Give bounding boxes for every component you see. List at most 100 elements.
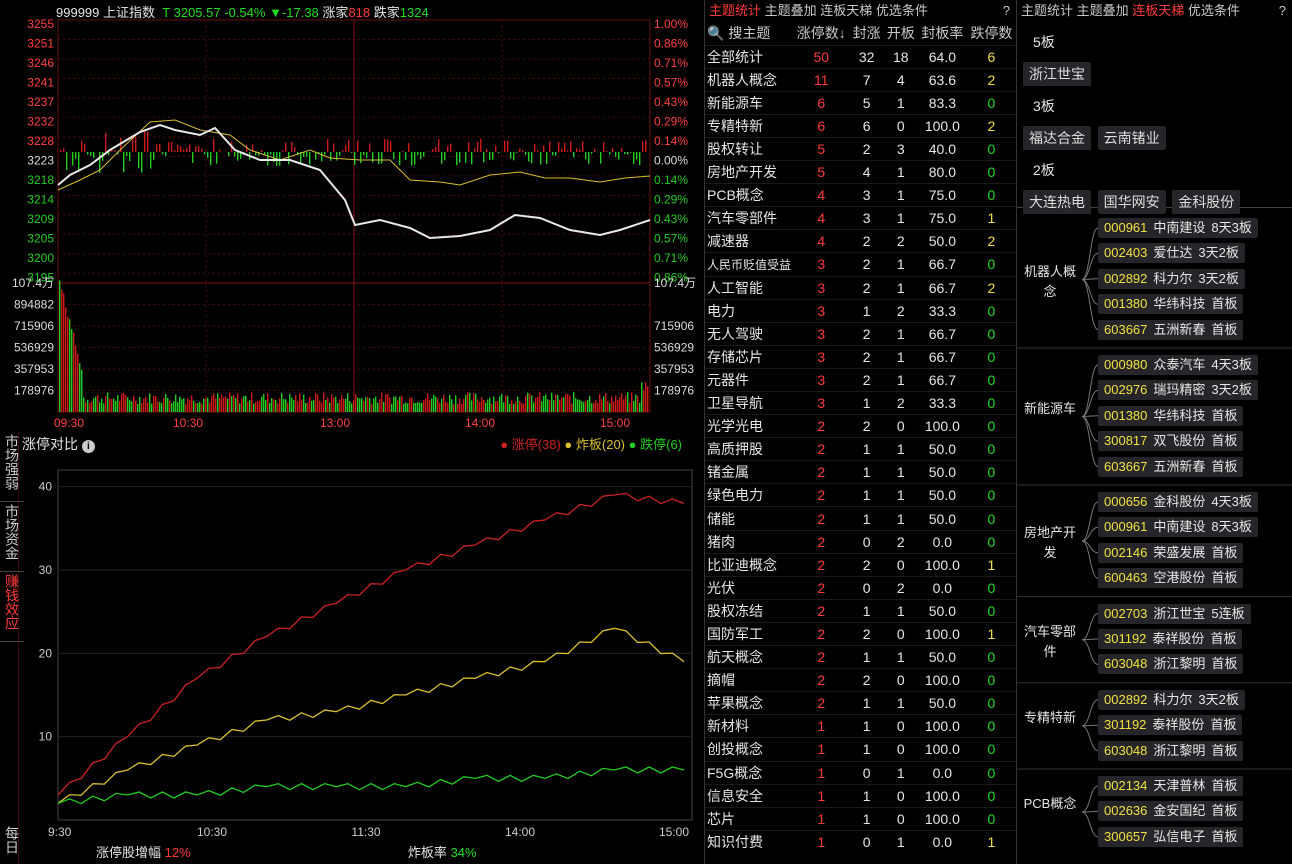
theme-row[interactable]: 专精特新 6 6 0 100.0 2: [705, 114, 1016, 137]
volume-bar: [515, 401, 517, 412]
theme-row[interactable]: 储能 2 1 1 50.0 0: [705, 506, 1016, 530]
theme-row[interactable]: 无人驾驶 3 2 1 66.7 0: [705, 322, 1016, 345]
volume-bar: [535, 397, 537, 412]
theme-row[interactable]: 汽车零部件 4 3 1 75.0 1: [705, 206, 1016, 230]
volume-bar: [243, 396, 245, 412]
theme-row[interactable]: 创投概念 1 1 0 100.0 0: [705, 737, 1016, 761]
theme-cell: 50.0: [928, 695, 956, 712]
theme-row[interactable]: 国防军工 2 2 0 100.0 1: [705, 622, 1016, 645]
theme-table: 🔍 搜主题 涨停数↓ 封涨 开板 封板率 跌停数 全部统计 50 32 18 64.0 6…: [705, 22, 1016, 853]
col-sealed[interactable]: 封涨: [850, 22, 884, 45]
volume-bar: [597, 403, 599, 412]
theme-row[interactable]: 锗金属 2 1 1 50.0 0: [705, 460, 1016, 484]
diff-bar: [606, 151, 608, 152]
diff-bar: [519, 148, 521, 152]
info-icon[interactable]: i: [81, 440, 95, 453]
theme-cell: 2: [862, 418, 871, 435]
volume-bar: [127, 397, 129, 412]
volume-bar: [573, 392, 575, 412]
theme-row[interactable]: 存储芯片 3 2 1 66.7 0: [705, 345, 1016, 368]
volume-bar: [525, 395, 527, 412]
col-opened[interactable]: 开板: [884, 22, 918, 45]
diff-bar: [621, 148, 623, 152]
theme-row[interactable]: 减速器 4 2 2 50.0 2: [705, 229, 1016, 253]
group-brackets: [1016, 227, 1292, 838]
theme-row[interactable]: 卫星导航 3 1 2 33.3 0: [705, 391, 1016, 415]
theme-row[interactable]: 机器人概念 11 7 4 63.6 2: [705, 68, 1016, 91]
volume-bar: [467, 392, 469, 412]
theme-row[interactable]: 新材料 1 1 0 100.0 0: [705, 714, 1016, 738]
compare-chart[interactable]: 10 20 30 40 9:30 10:30 11:30 14:00 15:00: [20, 455, 704, 845]
volume-bar: [619, 397, 621, 412]
theme-row[interactable]: PCB概念 4 3 1 75.0 0: [705, 183, 1016, 207]
theme-search[interactable]: 🔍 搜主题: [705, 22, 793, 45]
theme-row[interactable]: 信息安全 1 1 0 100.0 0: [705, 784, 1016, 807]
theme-cell: 0: [987, 302, 996, 319]
theme-row[interactable]: 比亚迪概念 2 2 0 100.0 1: [705, 553, 1016, 576]
pct-tick: 0.86%: [654, 36, 688, 50]
col-limitup[interactable]: 涨停数↓: [793, 22, 850, 45]
col-limitdown[interactable]: 跌停数: [967, 22, 1016, 45]
mid-tab-ladder[interactable]: 连板天梯: [820, 3, 872, 18]
theme-row[interactable]: F5G概念 1 0 1 0.0 0: [705, 761, 1016, 784]
theme-name: 股权转让: [707, 141, 763, 158]
diff-bar: [336, 152, 338, 161]
theme-name: 高质押股: [707, 441, 763, 458]
theme-cell: 3: [817, 371, 826, 388]
volume-bar: [109, 398, 111, 412]
mid-tab-filter[interactable]: 优选条件: [876, 3, 928, 18]
theme-row[interactable]: 新能源车 6 5 1 83.3 0: [705, 91, 1016, 114]
diff-bar: [159, 144, 161, 152]
volume-bar: [523, 403, 525, 412]
footer-b-val: 34%: [450, 845, 477, 860]
theme-row[interactable]: 猪肉 2 0 2 0.0 0: [705, 530, 1016, 553]
col-seal-rate[interactable]: 封板率: [918, 22, 967, 45]
diff-bar: [495, 145, 497, 152]
volume-bar: [241, 398, 243, 412]
theme-name: 汽车零部件: [707, 210, 777, 227]
theme-cell: 7: [862, 71, 871, 88]
theme-cell: 0: [987, 533, 996, 550]
diff-bar: [129, 152, 131, 162]
volume-bar: [395, 396, 397, 412]
theme-name: 房地产开发: [707, 164, 777, 181]
theme-row[interactable]: 股权冻结 2 1 1 50.0 0: [705, 599, 1016, 622]
theme-cell: 2: [817, 441, 826, 458]
volume-bar: [607, 401, 609, 412]
theme-row[interactable]: 绿色电力 2 1 1 50.0 0: [705, 483, 1016, 507]
theme-row[interactable]: 摘帽 2 2 0 100.0 0: [705, 668, 1016, 692]
volume-bar: [637, 396, 639, 412]
theme-row[interactable]: 股权转让 5 2 3 40.0 0: [705, 137, 1016, 160]
compare-footer: 涨停股增幅 12% 炸板率 34%: [96, 842, 477, 861]
volume-bar: [341, 394, 343, 412]
theme-row[interactable]: 光伏 2 0 2 0.0 0: [705, 576, 1016, 599]
diff-bar: [360, 152, 362, 164]
volume-bar: [627, 392, 629, 412]
theme-row[interactable]: 全部统计 50 32 18 64.0 6: [705, 45, 1016, 68]
mid-tab-overlay[interactable]: 主题叠加: [765, 3, 817, 18]
theme-row[interactable]: 航天概念 2 1 1 50.0 0: [705, 645, 1016, 669]
theme-row[interactable]: 元器件 3 2 1 66.7 0: [705, 368, 1016, 391]
intraday-chart[interactable]: 3255 3251 3246 3241 3237 3232 3228 3223 3218 3214…: [0, 0, 704, 432]
theme-row[interactable]: 高质押股 2 1 1 50.0 0: [705, 437, 1016, 461]
compare-title: 涨停对比: [22, 436, 78, 452]
mid-help-icon[interactable]: ?: [1003, 0, 1010, 22]
diff-bar: [624, 152, 626, 155]
diff-bar: [288, 152, 290, 165]
theme-row[interactable]: 电力 3 1 2 33.3 0: [705, 299, 1016, 322]
volume-bar: [275, 400, 277, 412]
mid-tab-stats[interactable]: 主题统计: [709, 3, 761, 18]
theme-row[interactable]: 芯片 1 1 0 100.0 0: [705, 807, 1016, 830]
volume-bar: [349, 401, 351, 412]
theme-row[interactable]: 人工智能 3 2 1 66.7 2: [705, 276, 1016, 299]
theme-row[interactable]: 知识付费 1 0 1 0.0 1: [705, 830, 1016, 853]
theme-row[interactable]: 人民币贬值受益 3 2 1 66.7 0: [705, 252, 1016, 276]
diff-bar: [342, 150, 344, 152]
theme-cell: 1: [862, 510, 871, 527]
theme-cell: 4: [817, 233, 826, 250]
theme-row[interactable]: 光学光电 2 2 0 100.0 0: [705, 414, 1016, 438]
theme-row[interactable]: 房地产开发 5 4 1 80.0 0: [705, 160, 1016, 184]
theme-row[interactable]: 苹果概念 2 1 1 50.0 0: [705, 691, 1016, 715]
pct-tick: 0.43%: [654, 212, 688, 226]
theme-cell: 32: [858, 48, 875, 65]
